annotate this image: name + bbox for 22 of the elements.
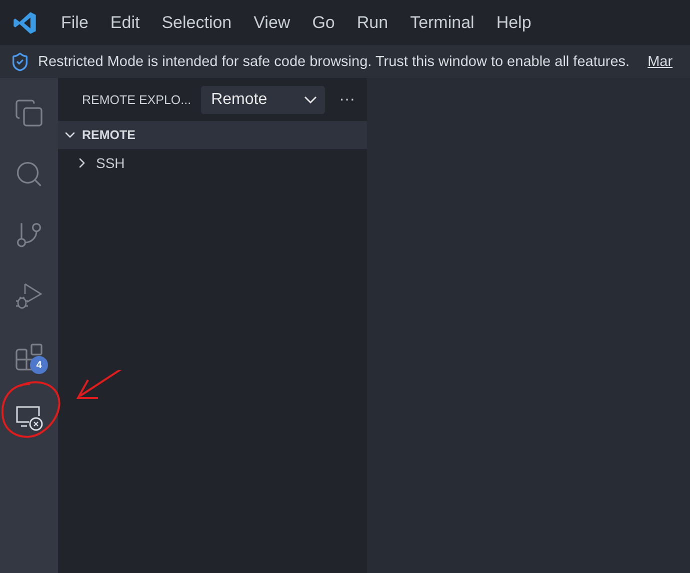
- app-logo-icon: [12, 10, 38, 36]
- tree-item[interactable]: SSH: [58, 149, 367, 177]
- menu-item[interactable]: Selection: [152, 12, 241, 32]
- section-header[interactable]: REMOTE: [58, 121, 367, 149]
- menu-item[interactable]: File: [52, 12, 98, 32]
- menu-item[interactable]: Run: [348, 12, 398, 32]
- menu-item[interactable]: Edit: [101, 12, 149, 32]
- sidebar-title: REMOTE EXPLO...: [82, 92, 192, 106]
- shield-icon: [10, 52, 30, 72]
- extensions-icon: [14, 342, 44, 372]
- banner-message: Restricted Mode is intended for safe code browsing. Trust this window to enable all features.: [38, 54, 630, 70]
- activity-bar-button[interactable]: 4: [0, 326, 58, 387]
- view-dropdown[interactable]: Remote: [201, 86, 326, 114]
- files-icon: [14, 98, 44, 128]
- menu-item[interactable]: Help: [487, 12, 540, 32]
- menu-item[interactable]: Go: [303, 12, 344, 32]
- banner-link[interactable]: Mar: [648, 54, 673, 70]
- more-actions-button[interactable]: ···: [335, 90, 360, 108]
- menu-item[interactable]: View: [244, 12, 300, 32]
- count-badge: 4: [30, 356, 48, 374]
- chevron-down-icon: [304, 96, 318, 104]
- menu-item[interactable]: Terminal: [401, 12, 484, 32]
